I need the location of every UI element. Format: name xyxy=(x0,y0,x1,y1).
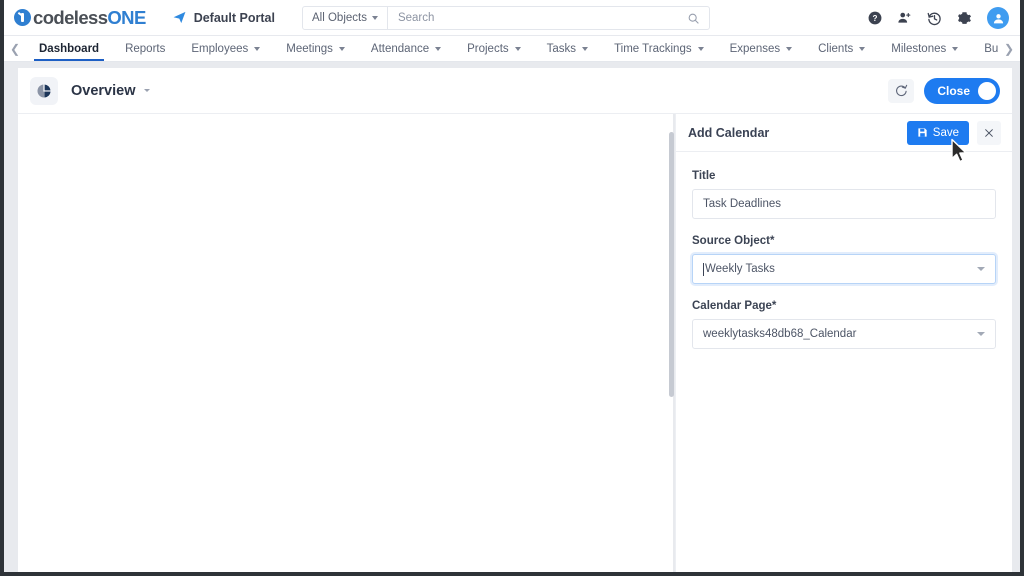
chevron-down-icon xyxy=(977,332,985,336)
panel-header: Add Calendar Save xyxy=(676,114,1012,152)
chevron-down-icon xyxy=(859,46,866,51)
field-label-title: Title xyxy=(692,170,716,182)
add-user-icon[interactable] xyxy=(897,11,912,25)
chevron-right-icon[interactable]: ❯ xyxy=(998,36,1020,61)
nav-item-label: Projects xyxy=(467,42,509,55)
add-calendar-panel: Add Calendar Save Title Task Deadlines S… xyxy=(675,114,1012,572)
chevron-down-icon xyxy=(582,46,589,51)
application-window: codelessONE Default Portal All Objects S… xyxy=(4,0,1020,572)
avatar[interactable] xyxy=(987,7,1009,29)
page-title: Overview xyxy=(71,82,136,99)
panel-header-actions: Save xyxy=(906,120,1001,145)
module-nav-bar: ❮ Dashboard Reports Employees Meetings Atten… xyxy=(4,36,1020,62)
nav-item-label: Expenses xyxy=(729,42,781,55)
chevron-left-icon[interactable]: ❮ xyxy=(4,36,26,61)
input-title[interactable]: Task Deadlines xyxy=(692,189,996,219)
chevron-down-icon xyxy=(514,46,521,51)
paper-plane-icon xyxy=(172,10,187,25)
field-group-source-object: Source Object* Weekly Tasks xyxy=(692,235,996,284)
search-input[interactable] xyxy=(387,7,678,29)
nav-item-label: Budgets xyxy=(984,42,998,55)
help-icon[interactable]: ? xyxy=(868,11,882,25)
portal-name-label: Default Portal xyxy=(193,10,275,25)
nav-item-dashboard[interactable]: Dashboard xyxy=(26,36,112,61)
field-value-calendar-page: weeklytasks48db68_Calendar xyxy=(703,328,857,340)
nav-item-label: Meetings xyxy=(286,42,333,55)
canvas-vertical-scrollbar[interactable] xyxy=(669,132,674,397)
nav-item-tasks[interactable]: Tasks xyxy=(534,36,601,61)
nav-item-label: Dashboard xyxy=(39,42,100,55)
history-icon[interactable] xyxy=(927,11,942,26)
chevron-down-icon xyxy=(371,16,378,20)
logo-text-primary: codeless xyxy=(33,6,108,28)
text-cursor xyxy=(703,262,704,276)
nav-item-meetings[interactable]: Meetings xyxy=(273,36,358,61)
nav-item-time-trackings[interactable]: Time Trackings xyxy=(601,36,717,61)
field-label-calendar-page: Calendar Page* xyxy=(692,300,777,312)
nav-item-label: Employees xyxy=(191,42,249,55)
nav-item-projects[interactable]: Projects xyxy=(454,36,534,61)
nav-item-milestones[interactable]: Milestones xyxy=(878,36,971,61)
svg-text:?: ? xyxy=(873,14,878,23)
select-calendar-page[interactable]: weeklytasks48db68_Calendar xyxy=(692,319,996,349)
nav-item-label: Milestones xyxy=(891,42,947,55)
refresh-icon[interactable] xyxy=(888,78,915,103)
global-search-bar: All Objects xyxy=(302,6,710,30)
chevron-down-icon xyxy=(977,267,985,271)
overview-toolbar: Overview Close xyxy=(18,68,1012,114)
chevron-down-icon xyxy=(254,46,261,51)
top-bar: codelessONE Default Portal All Objects S… xyxy=(4,0,1020,36)
overview-toolbar-right: Close xyxy=(888,77,1000,104)
search-scope-label: All Objects xyxy=(312,12,367,24)
chevron-down-icon xyxy=(435,46,442,51)
nav-item-budgets[interactable]: Budgets xyxy=(971,36,998,61)
chevron-down-icon xyxy=(697,46,704,51)
chevron-down-icon xyxy=(952,46,959,51)
nav-item-employees[interactable]: Employees xyxy=(178,36,273,61)
toggle-knob xyxy=(978,81,996,100)
close-x-icon[interactable] xyxy=(977,120,1001,145)
search-icon[interactable] xyxy=(678,12,709,25)
chevron-down-icon xyxy=(786,46,793,51)
logo-text-accent: ONE xyxy=(107,6,146,28)
panel-form: Title Task Deadlines Source Object* Weekly … xyxy=(676,152,1012,349)
chevron-down-icon xyxy=(338,46,345,51)
panel-title: Add Calendar xyxy=(688,125,770,140)
overview-title-dropdown[interactable]: Overview xyxy=(71,83,150,99)
save-button-label: Save xyxy=(932,126,959,139)
nav-item-attendance[interactable]: Attendance xyxy=(358,36,454,61)
nav-item-reports[interactable]: Reports xyxy=(112,36,178,61)
nav-item-label: Tasks xyxy=(546,42,577,55)
nav-item-label: Clients xyxy=(818,42,854,55)
field-label-source-object: Source Object* xyxy=(692,235,775,247)
settings-gear-icon[interactable] xyxy=(957,11,972,26)
select-source-object[interactable]: Weekly Tasks xyxy=(692,254,996,284)
field-value-source-object: Weekly Tasks xyxy=(705,263,775,275)
nav-item-label: Reports xyxy=(125,42,166,55)
codelessone-circle-logo xyxy=(14,9,31,26)
floppy-save-icon xyxy=(917,127,928,138)
save-button[interactable]: Save xyxy=(906,120,969,145)
pie-chart-icon xyxy=(30,76,58,105)
chevron-down-icon xyxy=(143,89,150,92)
dashboard-canvas[interactable] xyxy=(18,114,674,572)
field-group-title: Title Task Deadlines xyxy=(692,170,996,219)
search-scope-dropdown[interactable]: All Objects xyxy=(303,7,388,29)
field-value-title: Task Deadlines xyxy=(703,198,781,210)
portal-selector[interactable]: Default Portal xyxy=(172,10,275,25)
nav-item-clients[interactable]: Clients xyxy=(805,36,878,61)
close-toggle[interactable]: Close xyxy=(924,77,1000,104)
overview-toolbar-left: Overview xyxy=(30,76,150,105)
nav-item-label: Attendance xyxy=(370,42,430,55)
topbar-action-icons: ? xyxy=(868,0,1009,36)
nav-items-list: Dashboard Reports Employees Meetings Attenda… xyxy=(26,36,998,61)
workspace: Overview Close Add Calendar Save Title T… xyxy=(4,62,1020,572)
app-logo[interactable]: codelessONE xyxy=(14,7,146,29)
close-toggle-label: Close xyxy=(937,83,970,98)
nav-item-label: Time Trackings xyxy=(614,42,692,55)
field-group-calendar-page: Calendar Page* weeklytasks48db68_Calendar xyxy=(692,300,996,349)
nav-item-expenses[interactable]: Expenses xyxy=(717,36,806,61)
